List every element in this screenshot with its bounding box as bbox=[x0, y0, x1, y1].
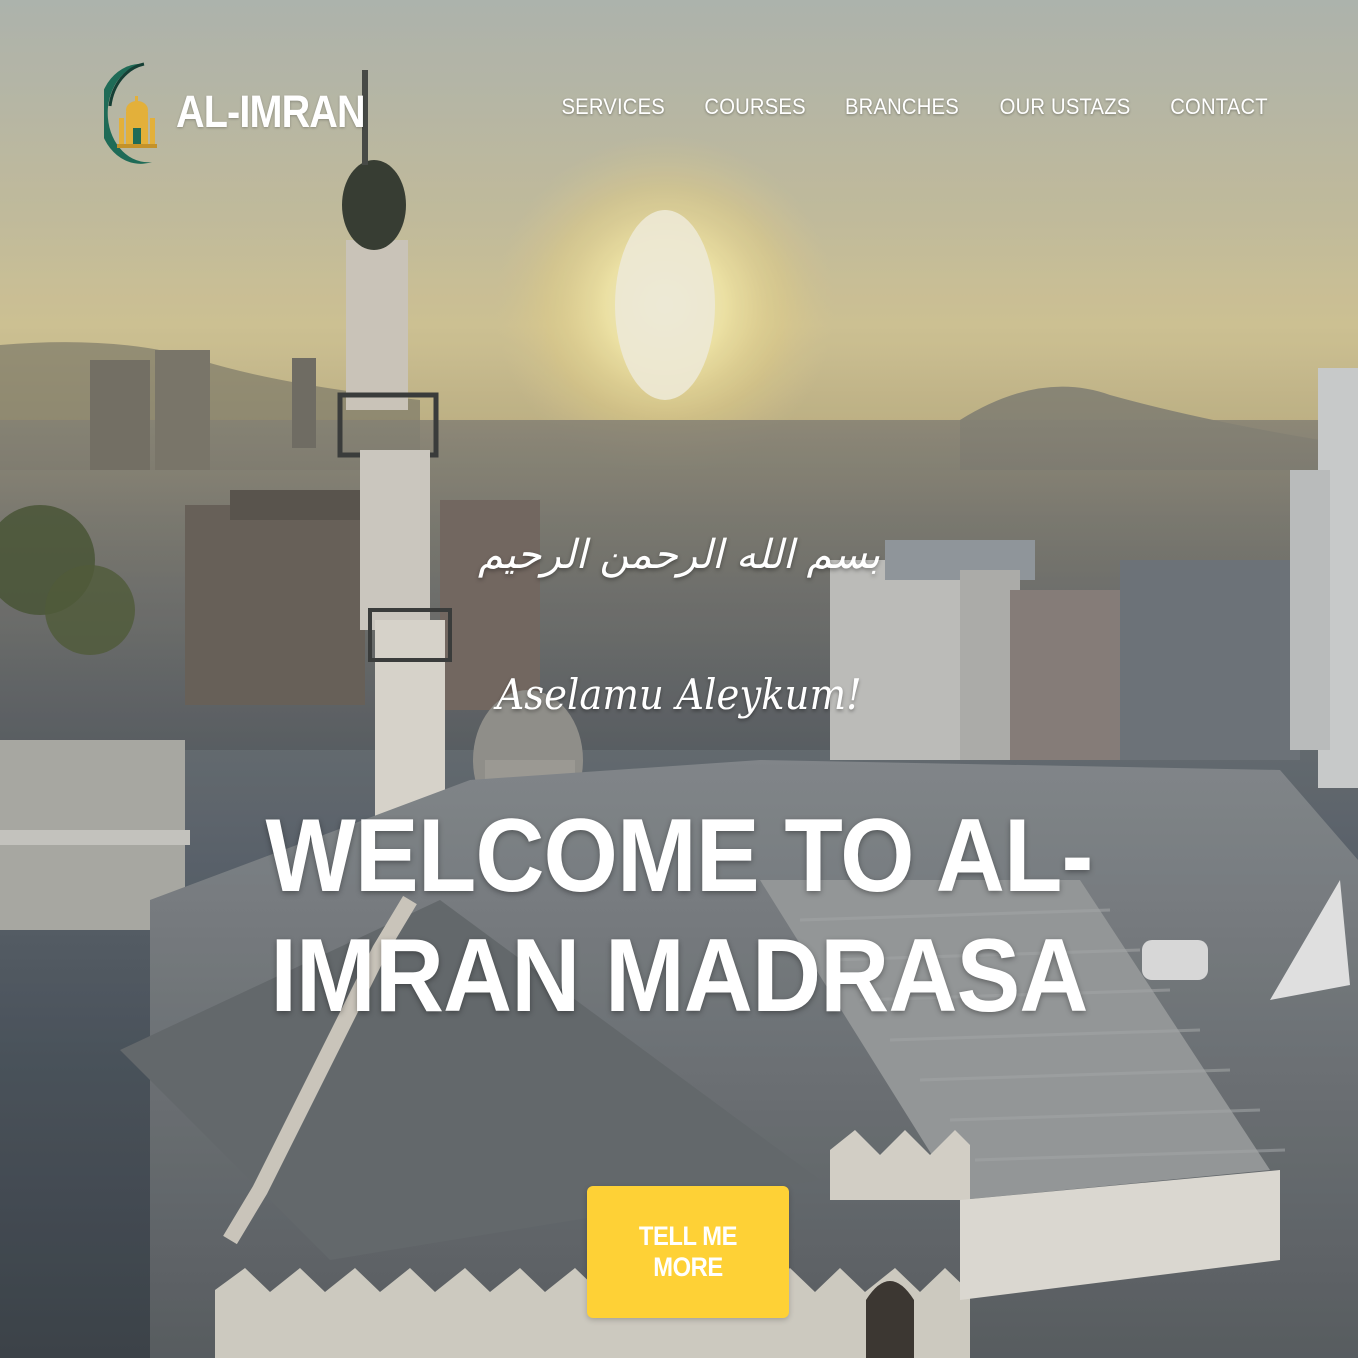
mosque-crescent-icon bbox=[104, 62, 157, 164]
hero-content: بسم الله الرحمن الرحيم Aselamu Aleykum! … bbox=[0, 520, 1358, 1036]
tell-me-more-button[interactable]: TELL ME MORE bbox=[587, 1186, 789, 1318]
hero-section: AL-IMRAN SERVICES COURSES BRANCHES OUR U… bbox=[0, 0, 1358, 1358]
bismillah-text: بسم الله الرحمن الرحيم bbox=[477, 532, 881, 578]
nav-link-courses[interactable]: COURSES bbox=[704, 94, 805, 120]
main-nav: SERVICES COURSES BRANCHES OUR USTAZS CON… bbox=[557, 94, 1272, 120]
nav-link-branches[interactable]: BRANCHES bbox=[845, 94, 959, 120]
nav-link-contact[interactable]: CONTACT bbox=[1170, 94, 1268, 120]
hero-headline: WELCOME TO AL-IMRAN MADRASA bbox=[265, 798, 1094, 1034]
greeting-text: Aselamu Aleykum! bbox=[496, 670, 862, 719]
nav-link-our-ustazs[interactable]: OUR USTAZS bbox=[999, 94, 1130, 120]
brand-name: AL-IMRAN bbox=[176, 86, 366, 137]
nav-link-services[interactable]: SERVICES bbox=[562, 94, 665, 120]
brand-link[interactable]: AL-IMRAN bbox=[104, 58, 390, 166]
cta-label: TELL ME MORE bbox=[638, 1221, 738, 1282]
